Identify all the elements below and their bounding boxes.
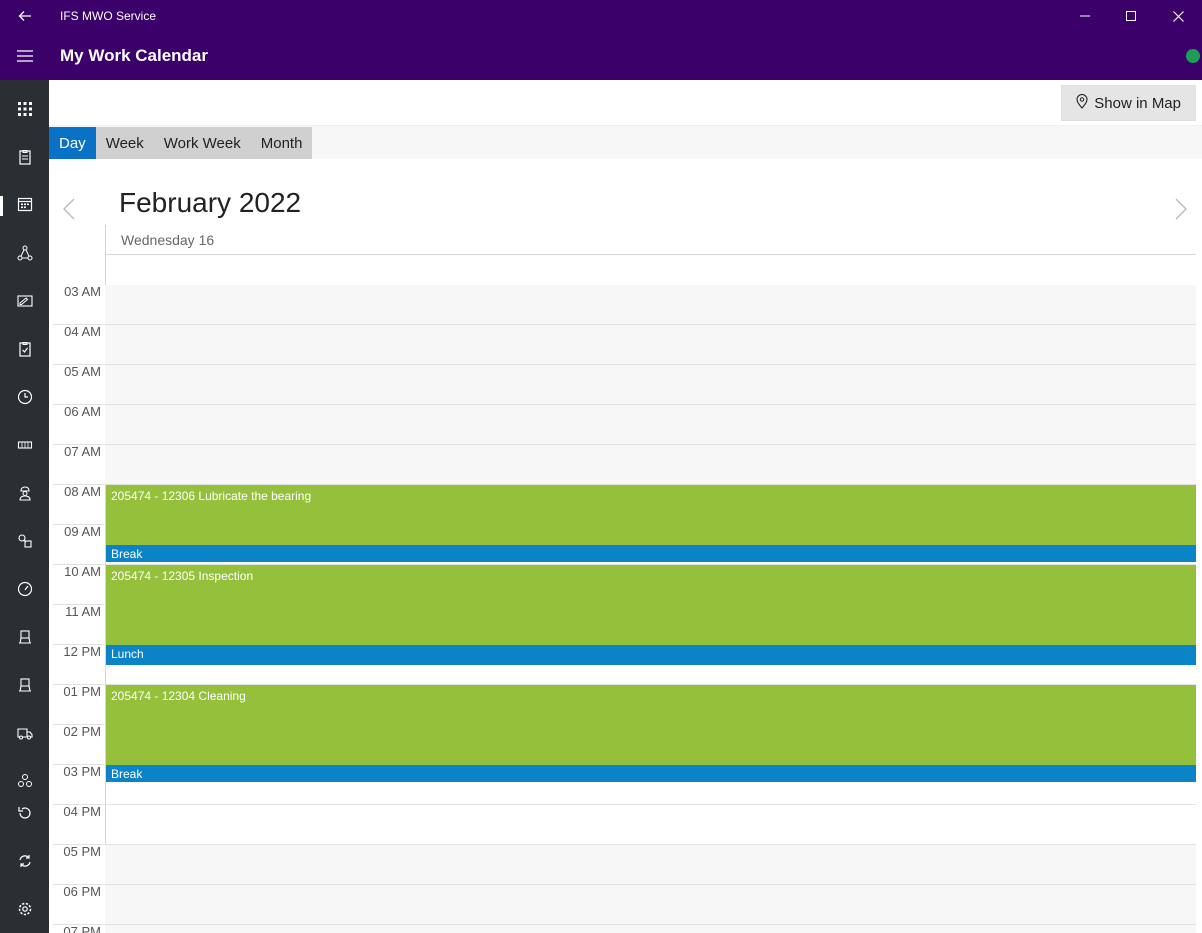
hour-row: 04 PM: [49, 804, 1202, 845]
equipment-alt-icon[interactable]: [0, 665, 49, 705]
hour-label: 12 PM: [63, 644, 101, 659]
hour-label: 04 PM: [63, 804, 101, 819]
minimize-icon[interactable]: [1062, 0, 1108, 32]
break-event[interactable]: Lunch: [106, 645, 1196, 665]
equipment-icon[interactable]: [0, 617, 49, 657]
checklist-icon[interactable]: [0, 329, 49, 369]
time-slot[interactable]: [105, 405, 1196, 445]
hour-label: 05 AM: [64, 364, 101, 379]
day-time-grid[interactable]: 03 AM 04 AM 05 AM 06 AM 07 AM 08 AM 09 AM 10 AM…: [49, 285, 1202, 933]
ticket-icon[interactable]: [0, 425, 49, 465]
time-slot[interactable]: [105, 925, 1196, 933]
history-icon[interactable]: [0, 793, 49, 833]
hour-row: 03 AM: [49, 285, 1202, 325]
work-order-event[interactable]: 205474 - 12306 Lubricate the bearing: [106, 485, 1196, 545]
hour-label: 06 AM: [64, 404, 101, 419]
hour-row: 05 AM: [49, 364, 1202, 405]
hour-row: 06 AM: [49, 404, 1202, 445]
page-title: My Work Calendar: [60, 46, 209, 65]
chevron-right-icon[interactable]: [1169, 197, 1193, 221]
hour-row: 04 AM: [49, 324, 1202, 365]
maximize-icon[interactable]: [1108, 0, 1154, 32]
hour-row: 05 PM: [49, 844, 1202, 885]
arrow-left-icon[interactable]: [0, 0, 49, 32]
view-tabs: Day Week Work Week Month: [49, 127, 313, 159]
connection-status-dot: [1186, 49, 1200, 63]
break-event[interactable]: Break: [106, 545, 1196, 562]
hour-label: 06 PM: [63, 884, 101, 899]
truck-icon[interactable]: [0, 713, 49, 753]
apps-grid-icon[interactable]: [0, 89, 49, 129]
day-column-divider: [105, 225, 106, 285]
hamburger-icon[interactable]: [0, 32, 49, 80]
time-slot[interactable]: [105, 325, 1196, 365]
work-order-event[interactable]: 205474 - 12304 Cleaning: [106, 685, 1196, 765]
hour-label: 04 AM: [64, 324, 101, 339]
time-slot[interactable]: [105, 285, 1196, 325]
hour-row: 07 PM: [49, 924, 1202, 933]
time-slot[interactable]: [105, 805, 1196, 845]
hour-label: 09 AM: [64, 524, 101, 539]
break-event[interactable]: Break: [106, 765, 1196, 782]
calendar-icon[interactable]: [0, 184, 49, 224]
close-icon[interactable]: [1155, 0, 1201, 32]
show-in-map-label: Show in Map: [1094, 94, 1181, 112]
tab-week[interactable]: Week: [96, 127, 154, 159]
tab-day[interactable]: Day: [49, 127, 96, 159]
hour-label: 03 PM: [63, 764, 101, 779]
time-slot[interactable]: [105, 845, 1196, 885]
hour-label: 10 AM: [64, 564, 101, 579]
app-window: IFS MWO Service My Work Calendar Show in…: [0, 0, 1202, 933]
app-title: IFS MWO Service: [60, 9, 157, 23]
time-slot[interactable]: [105, 885, 1196, 925]
hour-label: 01 PM: [63, 684, 101, 699]
command-bar: Show in Map: [49, 80, 1202, 126]
title-bar: IFS MWO Service: [0, 0, 1202, 32]
work-order-event[interactable]: 205474 - 12305 Inspection: [106, 565, 1196, 645]
all-day-divider: [105, 254, 1196, 255]
clipboard-icon[interactable]: [0, 137, 49, 177]
calendar-header: February 2022 Wednesday 16: [49, 159, 1202, 285]
day-header[interactable]: Wednesday 16: [121, 232, 214, 248]
hour-label: 11 AM: [65, 604, 101, 619]
sync-icon[interactable]: [0, 841, 49, 881]
view-switcher: Day Week Work Week Month: [49, 126, 1202, 159]
map-pin-icon: [1076, 93, 1088, 113]
tab-work-week[interactable]: Work Week: [154, 127, 251, 159]
time-slot[interactable]: [105, 445, 1196, 485]
hour-label: 05 PM: [63, 844, 101, 859]
hour-label: 03 AM: [64, 285, 101, 299]
month-label: February 2022: [119, 187, 302, 218]
settings-gear-icon[interactable]: [0, 889, 49, 929]
tab-month[interactable]: Month: [251, 127, 313, 159]
network-icon[interactable]: [0, 233, 49, 273]
time-slot[interactable]: [105, 365, 1196, 405]
card-edit-icon[interactable]: [0, 281, 49, 321]
hour-label: 08 AM: [64, 484, 101, 499]
worker-icon[interactable]: [0, 473, 49, 513]
hour-row: 07 AM: [49, 444, 1202, 485]
clock-icon[interactable]: [0, 377, 49, 417]
hour-row: 06 PM: [49, 884, 1202, 925]
gauge-icon[interactable]: [0, 569, 49, 609]
chevron-left-icon[interactable]: [57, 197, 81, 221]
hour-label: 07 PM: [63, 924, 101, 933]
parts-icon[interactable]: [0, 521, 49, 561]
hour-label: 02 PM: [63, 724, 101, 739]
app-header: My Work Calendar: [0, 32, 1202, 80]
hour-label: 07 AM: [64, 444, 101, 459]
show-in-map-button[interactable]: Show in Map: [1061, 85, 1196, 121]
sidebar-nav: [0, 80, 49, 933]
